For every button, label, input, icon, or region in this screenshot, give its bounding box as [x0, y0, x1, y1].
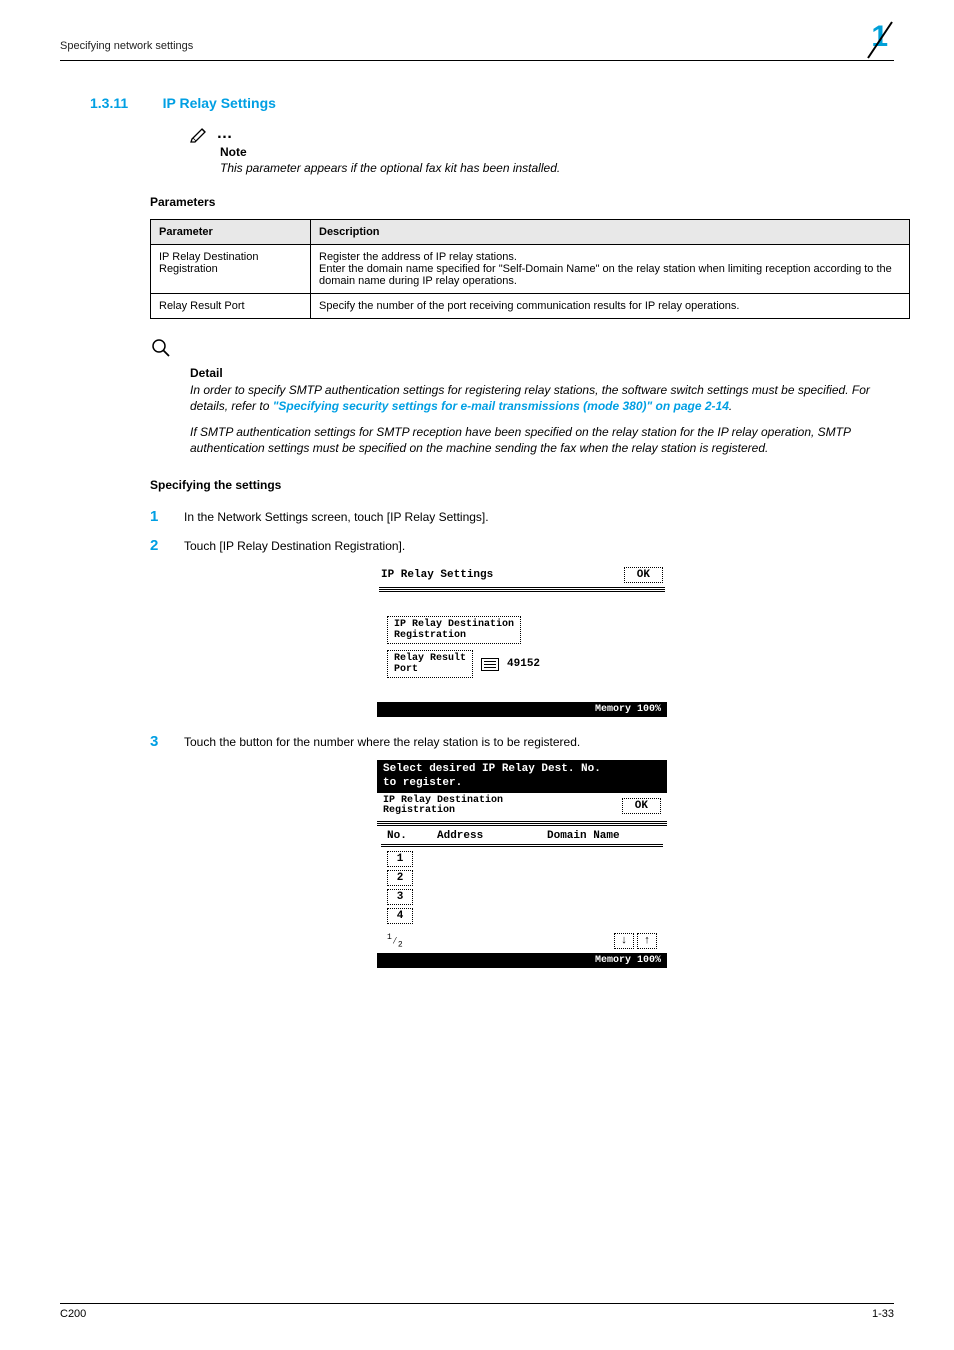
btn-line1: IP Relay Destination [394, 619, 514, 630]
step-number: 3 [150, 733, 184, 750]
step-number: 2 [150, 537, 184, 554]
param-desc: Specify the number of the port receiving… [311, 293, 910, 318]
detail-block: Detail In order to specify SMTP authenti… [150, 337, 894, 457]
divider-hatch [381, 844, 663, 847]
header-rule [60, 60, 894, 61]
col-no: No. [387, 830, 437, 842]
step-3: 3 Touch the button for the number where … [150, 733, 894, 750]
ip-relay-dest-reg-button[interactable]: IP Relay Destination Registration [387, 616, 521, 644]
step-1: 1 In the Network Settings screen, touch … [150, 508, 894, 525]
magnifier-icon [150, 337, 894, 364]
step-text: Touch the button for the number where th… [184, 735, 580, 749]
detail-paragraph-1: In order to specify SMTP authentication … [190, 382, 894, 414]
msg-line1: Select desired IP Relay Dest. No. [383, 763, 601, 775]
page-indicator: 1⁄2 [387, 933, 403, 949]
footer-left: C200 [60, 1308, 86, 1320]
dest-row-button[interactable]: 1 [387, 851, 413, 867]
parameters-heading: Parameters [150, 195, 894, 209]
footer-right: 1-33 [872, 1308, 894, 1320]
note-icon-row: … [190, 125, 884, 143]
table-row: IP Relay Destination Registration Regist… [151, 244, 910, 293]
param-name: IP Relay Destination Registration [151, 244, 311, 293]
pencil-icon [190, 125, 212, 143]
detail-link[interactable]: "Specifying security settings for e-mail… [273, 399, 729, 413]
section-number: 1.3.11 [90, 95, 128, 111]
table-header-row: Parameter Description [151, 219, 910, 244]
page-up-button[interactable]: ↑ [637, 933, 657, 949]
btn-line2: Registration [394, 630, 466, 641]
specifying-heading: Specifying the settings [150, 478, 894, 492]
ok-button[interactable]: OK [624, 567, 663, 583]
lcd-screenshot-2: Select desired IP Relay Dest. No. to reg… [377, 760, 667, 968]
ok-button[interactable]: OK [622, 798, 661, 814]
btn-line2: Port [394, 664, 418, 675]
col-domain: Domain Name [547, 830, 657, 842]
col-address: Address [437, 830, 547, 842]
lcd2-message: Select desired IP Relay Dest. No. to reg… [377, 760, 667, 792]
col-description: Description [311, 219, 910, 244]
page-footer: C200 1-33 [60, 1303, 894, 1320]
col-parameter: Parameter [151, 219, 311, 244]
dest-row-button[interactable]: 3 [387, 889, 413, 905]
note-block: … Note This parameter appears if the opt… [190, 125, 884, 177]
ellipsis-icon: … [216, 125, 235, 142]
step-2: 2 Touch [IP Relay Destination Registrati… [150, 537, 894, 554]
parameters-table: Parameter Description IP Relay Destinati… [150, 219, 910, 319]
lcd1-title: IP Relay Settings [381, 569, 493, 581]
relay-result-port-button[interactable]: Relay Result Port [387, 650, 473, 678]
port-value: 49152 [507, 658, 540, 670]
memory-indicator: Memory 100% [377, 953, 667, 968]
lcd-screenshot-1: IP Relay Settings OK IP Relay Destinatio… [377, 564, 667, 717]
section-heading: 1.3.11 IP Relay Settings [60, 95, 894, 113]
running-header: Specifying network settings [60, 40, 193, 52]
lcd2-subtitle: IP Relay Destination Registration [383, 796, 503, 817]
section-title: IP Relay Settings [163, 95, 276, 111]
step-text: Touch [IP Relay Destination Registration… [184, 539, 405, 553]
detail-label: Detail [190, 366, 894, 380]
lcd2-columns: No. Address Domain Name [377, 826, 667, 842]
step-number: 1 [150, 508, 184, 525]
msg-line2: to register. [383, 777, 462, 789]
note-label: Note [220, 145, 884, 159]
step-text: In the Network Settings screen, touch [I… [184, 510, 489, 524]
chapter-tab: 1 [871, 22, 894, 52]
memory-indicator: Memory 100% [377, 702, 667, 717]
table-row: Relay Result Port Specify the number of … [151, 293, 910, 318]
keyboard-icon[interactable] [481, 658, 499, 671]
dest-row-button[interactable]: 2 [387, 870, 413, 886]
detail-text-1b: . [729, 399, 732, 413]
sub-line2: Registration [383, 805, 455, 816]
dest-row-button[interactable]: 4 [387, 908, 413, 924]
param-desc: Register the address of IP relay station… [311, 244, 910, 293]
page-down-button[interactable]: ↓ [614, 933, 634, 949]
chapter-slash-icon [858, 20, 898, 60]
note-text: This parameter appears if the optional f… [220, 161, 884, 177]
detail-paragraph-2: If SMTP authentication settings for SMTP… [190, 424, 894, 456]
btn-line1: Relay Result [394, 653, 466, 664]
param-name: Relay Result Port [151, 293, 311, 318]
